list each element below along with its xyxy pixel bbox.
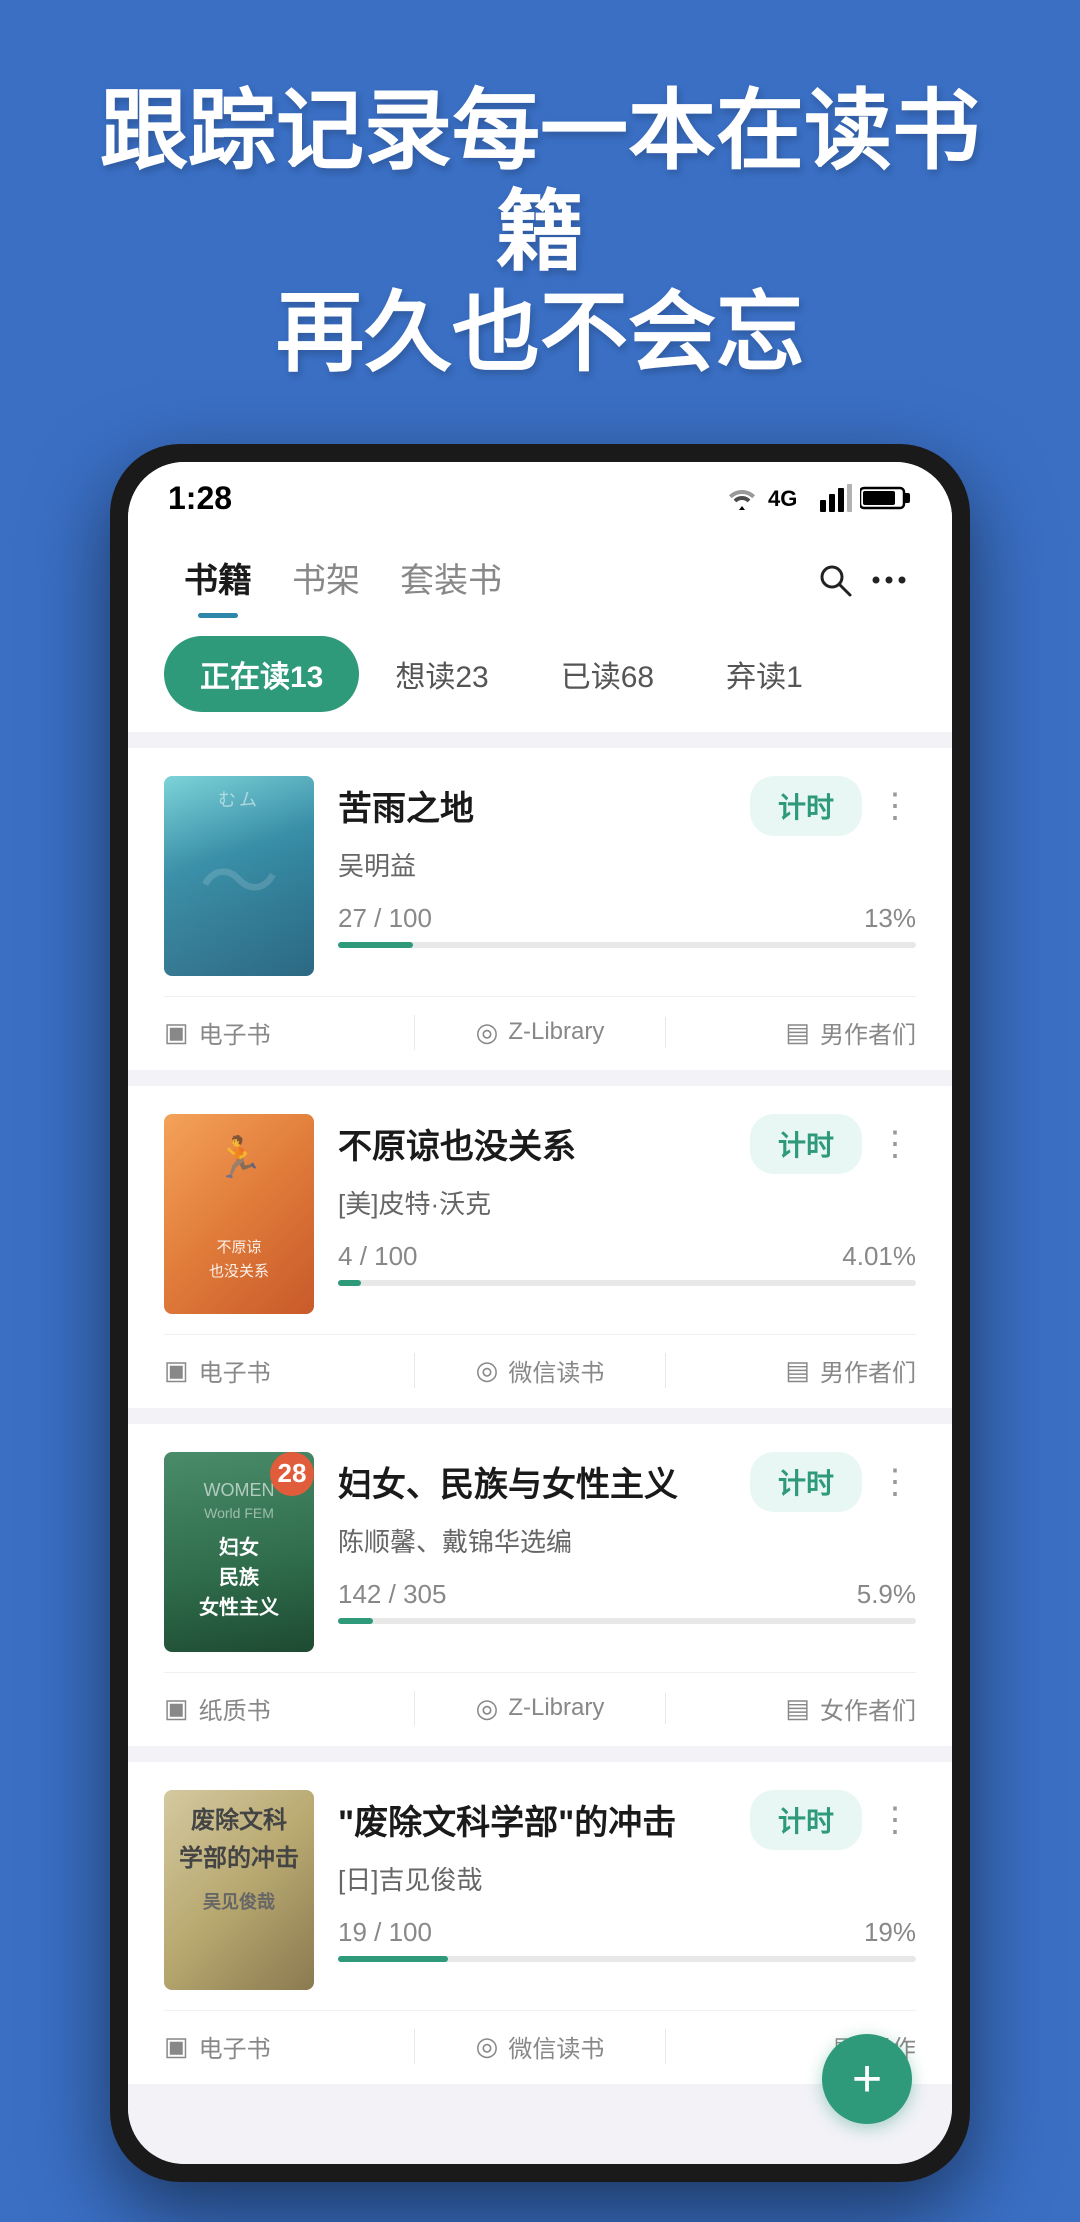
progress-text-4: 19 / 100 — [338, 1917, 432, 1948]
book-cover-4[interactable]: 废除文科学部的冲击 吴见俊哉 — [164, 1790, 314, 1990]
search-button[interactable] — [808, 553, 862, 607]
book-author-3: 陈顺馨、戴锦华选编 — [338, 1522, 916, 1559]
progress-pct-2: 4.01% — [842, 1241, 916, 1272]
banner-title: 跟踪记录每一本在读书籍 再久也不会忘 — [60, 80, 1020, 384]
meta-row-3: ▣ 纸质书 ◎ Z-Library ▤ 女作者们 — [164, 1672, 916, 1746]
meta-source-2: ◎ 微信读书 — [415, 1353, 666, 1388]
book-more-3[interactable]: ⋮ — [874, 1462, 916, 1502]
timer-button-1[interactable]: 计时 — [750, 776, 862, 836]
source-icon-4: ◎ — [476, 2031, 499, 2062]
book-author-4: [日]吉见俊哉 — [338, 1860, 916, 1897]
progress-text-1: 27 / 100 — [338, 903, 432, 934]
meta-source-3: ◎ Z-Library — [415, 1693, 666, 1724]
book-author-2: [美]皮特·沃克 — [338, 1184, 916, 1221]
meta-source-4: ◎ 微信读书 — [415, 2029, 666, 2064]
meta-type-4: ▣ 电子书 — [164, 2029, 415, 2064]
status-time: 1:28 — [168, 480, 232, 517]
timer-button-3[interactable]: 计时 — [750, 1452, 862, 1512]
book-title-2: 不原谅也没关系 — [338, 1119, 750, 1168]
section-divider — [128, 732, 952, 748]
progress-text-3: 142 / 305 — [338, 1579, 446, 1610]
nav-tab-sets[interactable]: 套装书 — [380, 543, 522, 618]
book-card: むム 〜 苦雨之地 计时 ⋮ 吴明益 — [128, 748, 952, 1070]
category-bar: 正在读13 想读23 已读68 弃读1 — [128, 618, 952, 732]
progress-text-2: 4 / 100 — [338, 1241, 418, 1272]
meta-shelf-3: ▤ 女作者们 — [666, 1691, 916, 1726]
svg-text:4G: 4G — [768, 486, 797, 511]
book-card-4: 废除文科学部的冲击 吴见俊哉 "废除文科学部"的冲击 计时 ⋮ [日]吉见 — [128, 1762, 952, 2084]
battery-icon — [860, 484, 912, 512]
meta-row-4: ▣ 电子书 ◎ 微信读书 ▤ 男作 — [164, 2010, 916, 2084]
book-cover-1[interactable]: むム 〜 — [164, 776, 314, 976]
shelf-icon-3: ▤ — [785, 1693, 810, 1724]
cat-read[interactable]: 已读68 — [525, 636, 690, 712]
cat-abandoned[interactable]: 弃读1 — [690, 636, 839, 712]
nav-tab-shelf[interactable]: 书架 — [272, 543, 380, 618]
meta-row-2: ▣ 电子书 ◎ 微信读书 ▤ 男作者们 — [164, 1334, 916, 1408]
progress-bar-fill-4 — [338, 1956, 448, 1962]
meta-shelf-2: ▤ 男作者们 — [666, 1353, 916, 1388]
cat-reading[interactable]: 正在读13 — [164, 636, 359, 712]
progress-bar-fill-3 — [338, 1618, 373, 1624]
book-type-icon-4: ▣ — [164, 2031, 189, 2062]
book-more-1[interactable]: ⋮ — [874, 786, 916, 826]
book-title-1: 苦雨之地 — [338, 781, 750, 830]
progress-bar-fill-1 — [338, 942, 413, 948]
source-icon-2: ◎ — [476, 1355, 499, 1386]
banner: 跟踪记录每一本在读书籍 再久也不会忘 — [0, 0, 1080, 444]
book-title-4: "废除文科学部"的冲击 — [338, 1795, 750, 1844]
badge-number-3: 28 — [270, 1452, 314, 1496]
source-icon-3: ◎ — [476, 1693, 499, 1724]
status-icons: 4G — [724, 484, 912, 512]
progress-bar-wrap-3 — [338, 1618, 916, 1624]
book-type-icon-1: ▣ — [164, 1017, 189, 1048]
book-type-icon-3: ▣ — [164, 1693, 189, 1724]
meta-shelf-1: ▤ 男作者们 — [666, 1015, 916, 1050]
progress-bar-fill-2 — [338, 1280, 361, 1286]
progress-pct-4: 19% — [864, 1917, 916, 1948]
signal-icon: 4G — [768, 484, 812, 512]
fab-add-icon: + — [852, 2053, 882, 2105]
shelf-icon-2: ▤ — [785, 1355, 810, 1386]
book-cover-3[interactable]: 28 WOMEN World FEM 妇女民族女性主义 — [164, 1452, 314, 1652]
progress-bar-wrap-2 — [338, 1280, 916, 1286]
book-card-2: 🏃 不原谅也没关系 不原谅也没关系 计时 ⋮ [美]皮特·沃克 — [128, 1086, 952, 1408]
signal-bars-icon — [820, 484, 852, 512]
search-icon — [816, 561, 854, 599]
progress-pct-3: 5.9% — [857, 1579, 916, 1610]
progress-bar-wrap-4 — [338, 1956, 916, 1962]
phone-shell: 1:28 4G — [110, 444, 970, 2182]
book-card-3: 28 WOMEN World FEM 妇女民族女性主义 妇女、民族与女性主义 计… — [128, 1424, 952, 1746]
phone-screen: 1:28 4G — [128, 462, 952, 2164]
meta-row-1: ▣ 电子书 ◎ Z-Library ▤ 男作者们 — [164, 996, 916, 1070]
timer-button-2[interactable]: 计时 — [750, 1114, 862, 1174]
dots-icon — [870, 561, 908, 599]
status-bar: 1:28 4G — [128, 462, 952, 527]
book-cover-2[interactable]: 🏃 不原谅也没关系 — [164, 1114, 314, 1314]
meta-type-2: ▣ 电子书 — [164, 1353, 415, 1388]
book-type-icon-2: ▣ — [164, 1355, 189, 1386]
wifi-icon — [724, 484, 760, 512]
meta-type-3: ▣ 纸质书 — [164, 1691, 415, 1726]
book-more-2[interactable]: ⋮ — [874, 1124, 916, 1164]
app-nav: 书籍 书架 套装书 — [164, 543, 916, 618]
meta-type-1: ▣ 电子书 — [164, 1015, 415, 1050]
nav-tab-books[interactable]: 书籍 — [164, 543, 272, 618]
progress-pct-1: 13% — [864, 903, 916, 934]
source-icon-1: ◎ — [476, 1017, 499, 1048]
shelf-icon-1: ▤ — [785, 1017, 810, 1048]
book-more-4[interactable]: ⋮ — [874, 1800, 916, 1840]
cover-figures-2: 🏃 — [164, 1134, 314, 1181]
fab-add-button[interactable]: + — [822, 2034, 912, 2124]
progress-bar-wrap-1 — [338, 942, 916, 948]
book-author-1: 吴明益 — [338, 846, 916, 883]
app-header: 书籍 书架 套装书 — [128, 527, 952, 618]
timer-button-4[interactable]: 计时 — [750, 1790, 862, 1850]
cover-text-4: 废除文科学部的冲击 吴见俊哉 — [164, 1790, 314, 1990]
meta-source-1: ◎ Z-Library — [415, 1017, 666, 1048]
cat-want[interactable]: 想读23 — [359, 636, 524, 712]
more-button[interactable] — [862, 553, 916, 607]
book-title-3: 妇女、民族与女性主义 — [338, 1457, 750, 1506]
